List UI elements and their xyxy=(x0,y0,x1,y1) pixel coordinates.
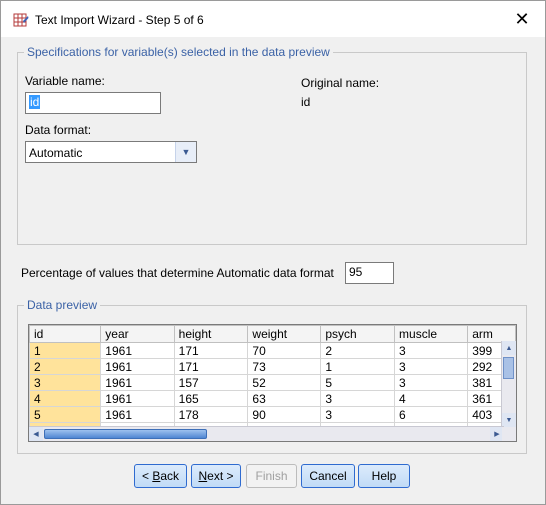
data-format-label: Data format: xyxy=(25,123,92,137)
table-cell[interactable]: 5 xyxy=(29,406,102,423)
chevron-down-icon[interactable]: ▼ xyxy=(175,142,196,162)
table-cell[interactable]: 5 xyxy=(320,374,396,391)
text-import-wizard-dialog: Text Import Wizard - Step 5 of 6 ✕ Speci… xyxy=(0,0,546,505)
table-cell[interactable]: 3 xyxy=(320,390,396,407)
next-button-key: N xyxy=(198,469,208,483)
table-cell[interactable]: 4 xyxy=(29,390,102,407)
wizard-app-icon xyxy=(13,13,29,27)
table-cell[interactable]: 3 xyxy=(394,342,469,359)
variable-name-value: id xyxy=(29,95,41,109)
table-cell[interactable]: 2 xyxy=(320,342,396,359)
back-button-key: B xyxy=(152,469,161,483)
table-cell[interactable]: 1 xyxy=(29,342,102,359)
scroll-up-icon[interactable]: ▲ xyxy=(502,341,516,355)
percentage-label: Percentage of values that determine Auto… xyxy=(21,266,334,280)
table-cell[interactable]: 165 xyxy=(173,390,249,407)
table-row: 4 1961 165 63 3 4 361 xyxy=(29,390,516,407)
horizontal-scroll-thumb[interactable] xyxy=(44,429,207,439)
table-cell[interactable]: 3 xyxy=(394,358,469,375)
vertical-scroll-thumb[interactable] xyxy=(503,357,514,379)
table-cell[interactable]: 171 xyxy=(173,358,249,375)
table-cell[interactable]: 3 xyxy=(29,374,102,391)
table-cell[interactable]: 1 xyxy=(320,358,396,375)
table-cell[interactable]: 63 xyxy=(247,390,322,407)
table-cell[interactable]: 171 xyxy=(173,342,249,359)
help-button[interactable]: Help xyxy=(358,464,410,488)
table-cell[interactable]: 90 xyxy=(247,406,322,423)
table-cell[interactable]: 3 xyxy=(394,374,469,391)
table-cell[interactable]: 3 xyxy=(320,406,396,423)
table-header-row: id year height weight psych muscle arm xyxy=(29,325,516,343)
variable-name-input[interactable]: id xyxy=(25,92,161,114)
back-button-prefix: < xyxy=(141,469,153,483)
original-name-value: id xyxy=(301,95,311,109)
column-header[interactable]: id xyxy=(29,325,102,343)
close-icon[interactable]: ✕ xyxy=(499,1,545,37)
column-header[interactable]: psych xyxy=(320,325,396,343)
table-row: 2 1961 171 73 1 3 292 xyxy=(29,358,516,375)
table-cell[interactable]: 1961 xyxy=(100,358,175,375)
finish-button[interactable]: Finish xyxy=(246,464,297,488)
table-cell[interactable]: 1961 xyxy=(100,374,175,391)
table-cell[interactable]: 6 xyxy=(394,406,469,423)
original-name-label: Original name: xyxy=(301,76,380,90)
table-cell[interactable]: 178 xyxy=(173,406,249,423)
column-header[interactable]: height xyxy=(173,325,249,343)
column-header[interactable]: arm xyxy=(467,325,516,343)
vertical-scrollbar[interactable]: ▲ ▼ xyxy=(501,341,516,427)
column-header[interactable]: year xyxy=(100,325,175,343)
table-cell[interactable]: 1961 xyxy=(100,406,175,423)
back-button[interactable]: < Back xyxy=(134,464,187,488)
window-title: Text Import Wizard - Step 5 of 6 xyxy=(35,13,204,27)
data-format-dropdown[interactable]: Automatic ▼ xyxy=(25,141,197,163)
data-preview-grid[interactable]: id year height weight psych muscle arm 1… xyxy=(28,324,517,442)
table-cell[interactable]: 4 xyxy=(394,390,469,407)
cancel-button[interactable]: Cancel xyxy=(301,464,355,488)
data-preview-legend: Data preview xyxy=(27,298,98,312)
table-cell[interactable]: 1961 xyxy=(100,390,175,407)
preview-table: id year height weight psych muscle arm 1… xyxy=(29,325,516,439)
scroll-left-icon[interactable]: ◀ xyxy=(29,427,43,441)
table-row: 5 1961 178 90 3 6 403 xyxy=(29,406,516,423)
horizontal-scrollbar[interactable]: ◀ ▶ xyxy=(29,426,504,441)
table-cell[interactable]: 2 xyxy=(29,358,102,375)
title-bar: Text Import Wizard - Step 5 of 6 ✕ xyxy=(1,1,545,37)
table-cell[interactable]: 1961 xyxy=(100,342,175,359)
data-format-value: Automatic xyxy=(29,146,83,160)
column-header[interactable]: muscle xyxy=(394,325,469,343)
next-button-label: ext > xyxy=(207,469,234,483)
specifications-legend: Specifications for variable(s) selected … xyxy=(27,45,330,59)
table-row: 3 1961 157 52 5 3 381 xyxy=(29,374,516,391)
percentage-input[interactable]: 95 xyxy=(345,262,394,284)
column-header[interactable]: weight xyxy=(247,325,322,343)
table-cell[interactable]: 73 xyxy=(247,358,322,375)
table-cell[interactable]: 70 xyxy=(247,342,322,359)
scroll-down-icon[interactable]: ▼ xyxy=(502,413,516,427)
table-row: 1 1961 171 70 2 3 399 xyxy=(29,342,516,359)
scrollbar-corner xyxy=(502,427,516,441)
table-cell[interactable]: 52 xyxy=(247,374,322,391)
back-button-label: ack xyxy=(160,469,180,483)
table-cell[interactable]: 157 xyxy=(173,374,249,391)
next-button[interactable]: Next > xyxy=(191,464,241,488)
variable-name-label: Variable name: xyxy=(25,74,105,88)
